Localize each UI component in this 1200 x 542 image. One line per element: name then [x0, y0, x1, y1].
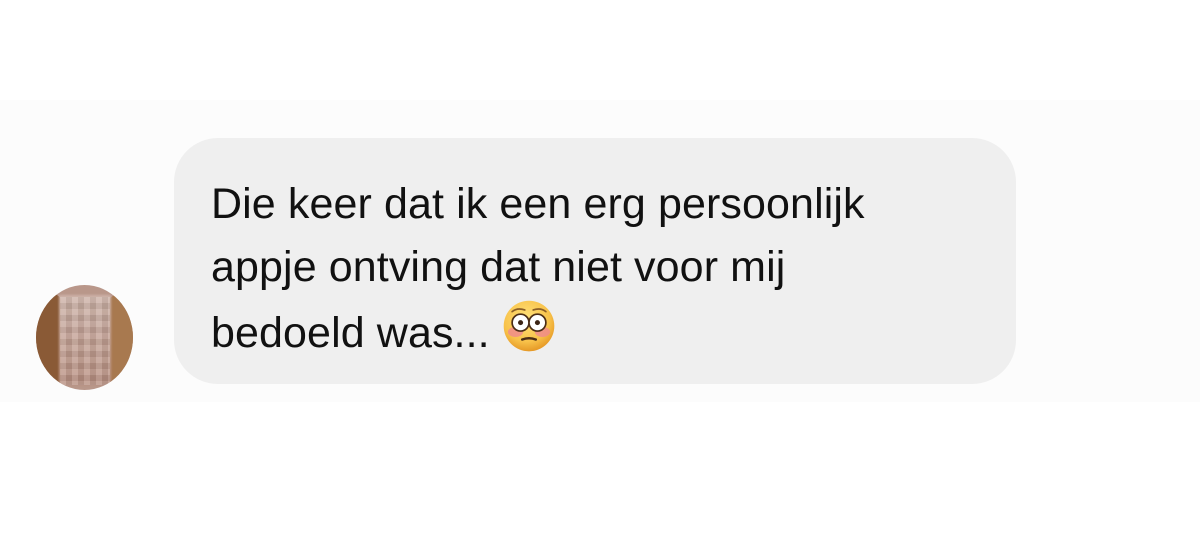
message-text: Die keer dat ik een erg persoonlijk appj… — [211, 173, 979, 365]
sender-avatar[interactable] — [36, 285, 133, 390]
privacy-blur — [60, 297, 110, 385]
flushed-face-icon — [502, 299, 556, 353]
incoming-message-row: Die keer dat ik een erg persoonlijk appj… — [0, 0, 1200, 542]
message-screenshot: Die keer dat ik een erg persoonlijk appj… — [0, 0, 1200, 542]
message-bubble[interactable]: Die keer dat ik een erg persoonlijk appj… — [174, 138, 1016, 384]
